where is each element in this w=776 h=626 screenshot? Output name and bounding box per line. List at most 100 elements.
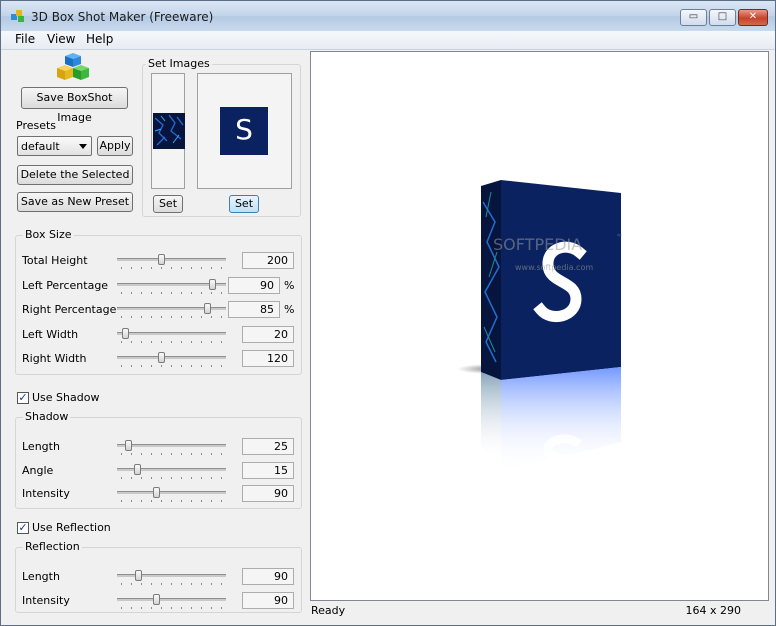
slider-track (117, 598, 226, 601)
box-size-unit-2: % (284, 303, 295, 316)
slider-tick (141, 500, 142, 502)
preset-select[interactable]: default (17, 136, 92, 156)
slider-thumb[interactable] (158, 352, 165, 363)
preview-watermark: SOFTPEDIA (493, 235, 582, 254)
box-size-value-2[interactable]: 85 (228, 301, 280, 318)
use-shadow-label: Use Shadow (32, 391, 100, 404)
shadow-value-1[interactable]: 15 (242, 461, 294, 479)
slider-tick (171, 500, 172, 502)
reflection-value-0[interactable]: 90 (242, 568, 294, 585)
set-side-image-button[interactable]: Set (153, 195, 183, 213)
reflection-slider-0[interactable] (117, 569, 226, 587)
slider-tick (181, 340, 182, 343)
box-size-value-1[interactable]: 90 (228, 276, 280, 294)
slider-thumb[interactable] (209, 278, 216, 290)
reflection-group-label: Reflection (23, 540, 82, 553)
slider-tick (211, 365, 212, 367)
box-size-slider-2[interactable] (117, 302, 226, 320)
slider-tick (181, 476, 182, 479)
slider-tick (191, 267, 192, 269)
slider-tick (131, 267, 132, 269)
slider-tick (211, 267, 212, 269)
shadow-value-0[interactable]: 25 (242, 438, 294, 455)
slider-tick (151, 291, 152, 294)
slider-tick (131, 340, 132, 343)
slider-tick (181, 583, 182, 585)
slider-tick (171, 476, 172, 479)
box-size-slider-3[interactable] (117, 327, 226, 345)
side-image-frame[interactable] (151, 73, 185, 189)
box-size-label-2: Right Percentage (22, 303, 117, 316)
slider-tick (181, 607, 182, 609)
slider-thumb[interactable] (153, 594, 160, 605)
window-title: 3D Box Shot Maker (Freeware) (31, 10, 214, 24)
save-boxshot-button[interactable]: Save BoxShot Image (21, 87, 128, 124)
slider-tick (151, 316, 152, 318)
menu-help[interactable]: Help (86, 32, 113, 46)
use-shadow-checkbox[interactable]: ✓ (17, 392, 29, 404)
slider-tick (171, 267, 172, 269)
maximize-button[interactable]: □ (709, 9, 736, 26)
slider-tick (161, 291, 162, 294)
status-text: Ready (311, 604, 346, 617)
slider-thumb[interactable] (153, 487, 160, 498)
use-reflection-checkbox[interactable]: ✓ (17, 522, 29, 534)
set-front-image-button[interactable]: Set (229, 195, 259, 213)
menu-view[interactable]: View (47, 32, 75, 46)
slider-tick (161, 583, 162, 585)
slider-tick (151, 583, 152, 585)
slider-thumb[interactable] (125, 440, 132, 451)
shadow-slider-1[interactable] (117, 463, 226, 481)
shadow-label-0: Length (22, 440, 60, 453)
delete-preset-button[interactable]: Delete the Selected (17, 165, 133, 185)
slider-tick (211, 316, 212, 318)
box-size-value-4[interactable]: 120 (242, 350, 294, 367)
slider-thumb[interactable] (135, 570, 142, 581)
save-new-preset-button[interactable]: Save as New Preset (17, 192, 133, 212)
box-size-slider-1[interactable] (117, 278, 226, 296)
shadow-group-label: Shadow (23, 410, 71, 423)
set-images-label: Set Images (146, 57, 212, 70)
box-size-label-3: Left Width (22, 327, 79, 341)
slider-tick (171, 583, 172, 585)
apply-button[interactable]: Apply (97, 136, 133, 156)
reflection-label-0: Length (22, 570, 60, 583)
slider-tick (151, 476, 152, 479)
slider-tick (201, 291, 202, 294)
close-button[interactable]: ✕ (738, 9, 768, 26)
slider-tick (201, 316, 202, 318)
app-cubes-icon (11, 10, 24, 22)
side-image-thumbnail (153, 113, 185, 149)
minimize-button[interactable]: ▭ (680, 9, 707, 26)
shadow-slider-0[interactable] (117, 439, 226, 457)
slider-tick (121, 607, 122, 609)
box-size-label-1: Left Percentage (22, 278, 109, 292)
reflection-slider-1[interactable] (117, 593, 226, 611)
box-size-value-0[interactable]: 200 (242, 252, 294, 269)
menu-file[interactable]: File (15, 32, 35, 46)
shadow-value-2[interactable]: 90 (242, 485, 294, 502)
slider-tick (141, 607, 142, 609)
shadow-slider-2[interactable] (117, 486, 226, 504)
slider-tick (141, 267, 142, 269)
reflection-value-1[interactable]: 90 (242, 592, 294, 609)
slider-thumb[interactable] (122, 327, 129, 339)
slider-tick (191, 500, 192, 502)
box-size-slider-4[interactable] (117, 351, 226, 369)
slider-tick (191, 607, 192, 609)
app-window: 3D Box Shot Maker (Freeware) ▭ □ ✕ File … (0, 0, 776, 626)
minimize-icon: ▭ (688, 11, 699, 22)
front-image-frame[interactable]: S (197, 73, 292, 189)
slider-tick (161, 476, 162, 479)
slider-tick (191, 291, 192, 294)
slider-tick (151, 607, 152, 609)
slider-thumb[interactable] (158, 254, 165, 265)
slider-tick (161, 607, 162, 609)
title-bar: 3D Box Shot Maker (Freeware) ▭ □ ✕ (1, 1, 775, 31)
box-size-slider-0[interactable] (117, 253, 226, 271)
slider-tick (131, 291, 132, 294)
slider-thumb[interactable] (134, 463, 141, 475)
slider-tick (181, 316, 182, 318)
slider-thumb[interactable] (204, 303, 211, 314)
box-size-value-3[interactable]: 20 (242, 325, 294, 343)
